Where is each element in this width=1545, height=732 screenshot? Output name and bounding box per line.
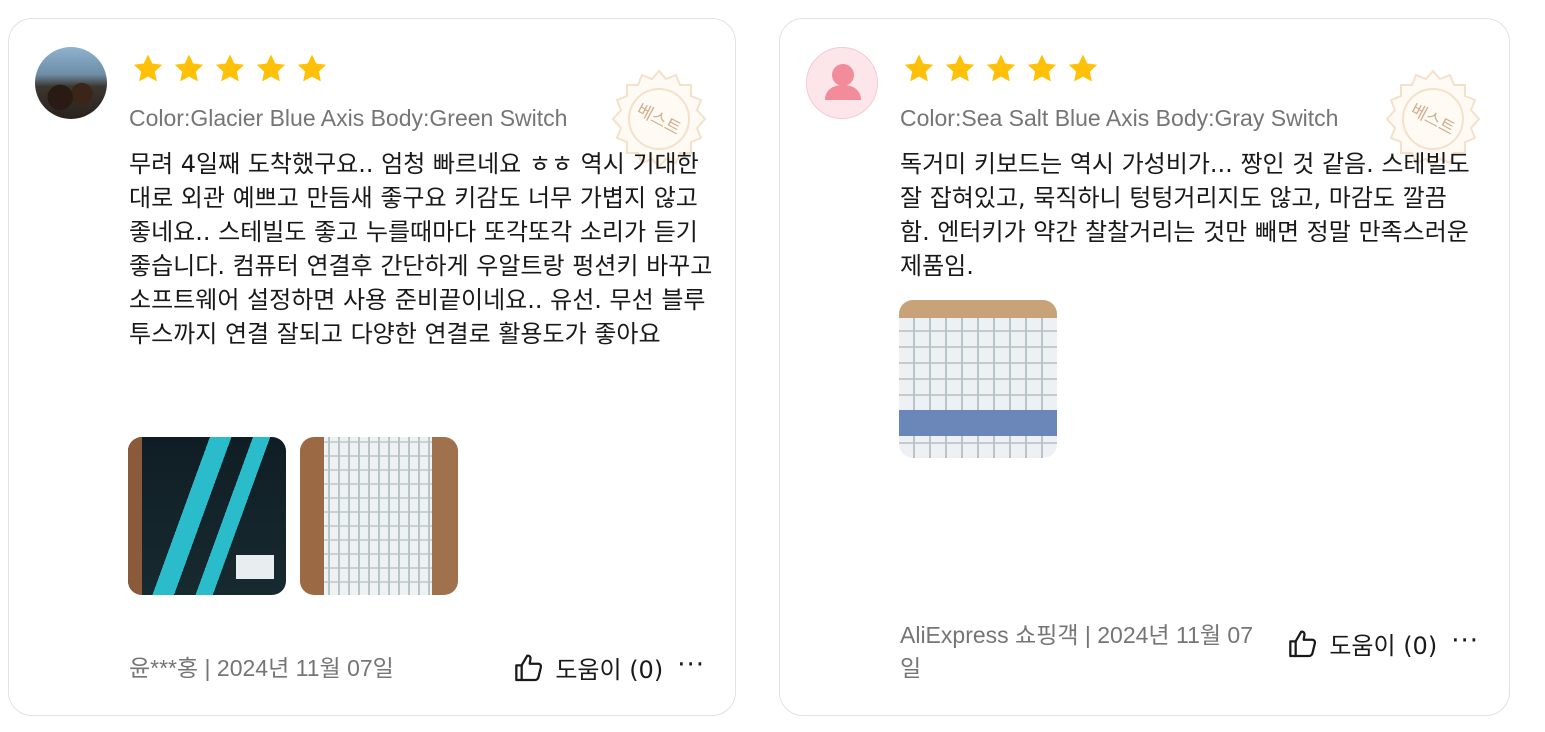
reviewer-byline: 윤***홍 | 2024년 11월 07일 (129, 655, 394, 681)
thumbs-up-icon (515, 654, 543, 681)
star-icon (297, 54, 327, 82)
star-rating (131, 52, 329, 85)
reviewer-byline: AliExpress 쇼핑객 | 2024년 11월 07일 (900, 622, 1253, 681)
star-icon (256, 54, 286, 82)
star-icon (215, 54, 245, 82)
review-photos (128, 437, 458, 595)
review-actions: 도움이 (0) ··· (513, 650, 705, 685)
review-text: 독거미 키보드는 역시 가성비가... 짱인 것 같음. 스테빌도 잘 잡혀있고… (900, 150, 1470, 280)
star-icon (1027, 54, 1057, 82)
star-icon (133, 54, 163, 82)
sku-info: Color:Glacier Blue Axis Body:Green Switc… (129, 105, 568, 131)
review-card: 베스트 Color:Sea Salt Blue Axis Body:Gray S… (779, 18, 1510, 716)
user-avatar (806, 47, 878, 119)
star-rating (902, 52, 1100, 85)
sku-info: Color:Sea Salt Blue Axis Body:Gray Switc… (900, 105, 1339, 131)
review-card: 베스트 Color:Glacier Blue Axis Body:Green S… (8, 18, 736, 716)
review-photo-keyboard[interactable] (300, 437, 458, 595)
more-options-icon[interactable]: ··· (677, 652, 705, 684)
review-footer: 윤***홍 | 2024년 11월 07일 도움이 (0) ··· (129, 650, 705, 685)
star-icon (945, 54, 975, 82)
review-photos (899, 300, 1057, 458)
review-text: 무려 4일째 도착했구요.. 엄청 빠르네요 ㅎㅎ 역시 기대한대로 외관 예쁘… (129, 150, 713, 348)
user-avatar (35, 47, 107, 119)
default-user-icon (825, 64, 861, 100)
helpful-button[interactable]: 도움이 (0) (513, 650, 663, 685)
review-photo-keyboard[interactable] (899, 300, 1057, 458)
review-photo-box[interactable] (128, 437, 286, 595)
review-actions: 도움이 (0) ··· (1287, 626, 1479, 685)
thumbs-up-icon (1289, 630, 1317, 657)
star-icon (904, 54, 934, 82)
star-icon (1068, 54, 1098, 82)
star-icon (174, 54, 204, 82)
more-options-icon[interactable]: ··· (1451, 628, 1479, 660)
star-icon (986, 54, 1016, 82)
review-footer: AliExpress 쇼핑객 | 2024년 11월 07일 도움이 (0) ·… (900, 619, 1479, 685)
helpful-label: 도움이 (0) (1329, 632, 1438, 660)
helpful-button[interactable]: 도움이 (0) (1287, 626, 1437, 661)
helpful-label: 도움이 (0) (555, 656, 664, 684)
